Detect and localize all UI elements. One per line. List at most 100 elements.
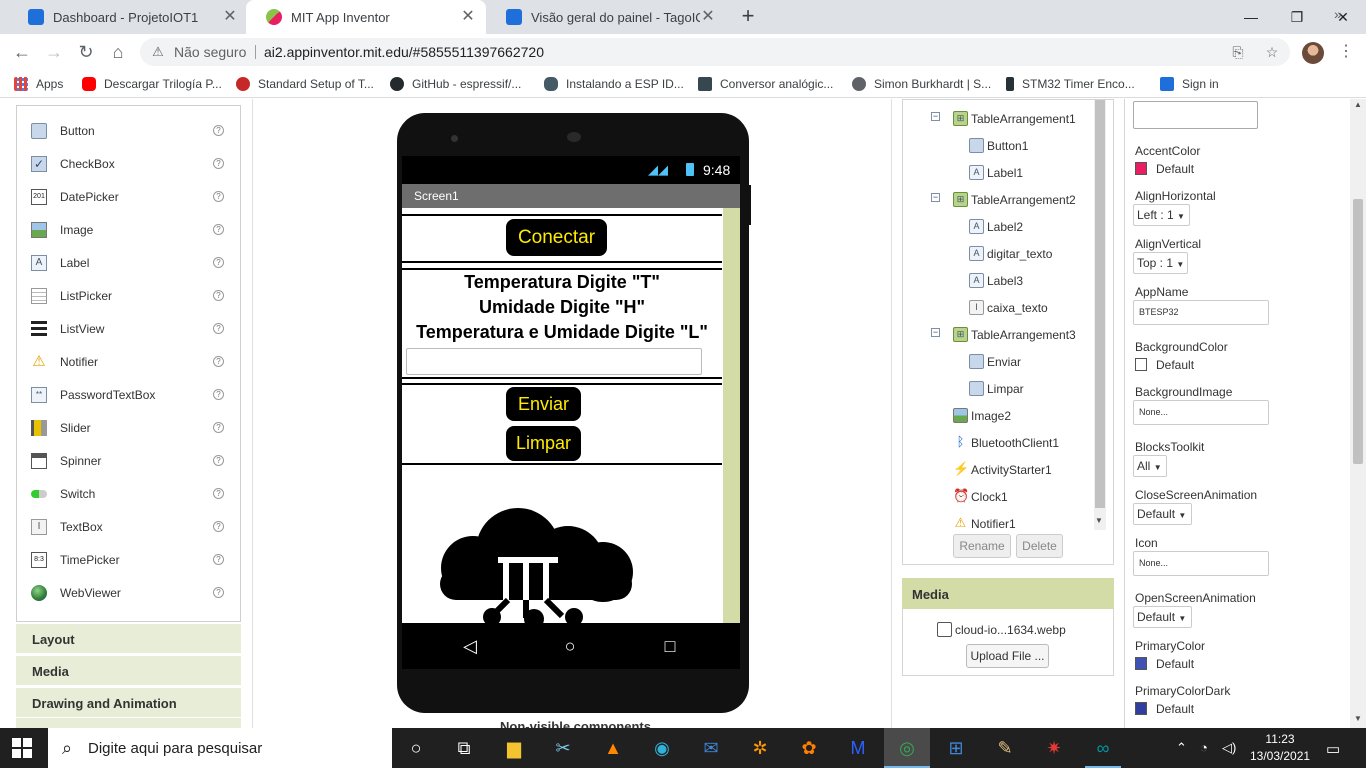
paint-icon[interactable]: ✎	[991, 734, 1019, 762]
taskbar-search-placeholder[interactable]: Digite aqui para pesquisar	[88, 740, 262, 757]
text-input-box[interactable]	[406, 348, 702, 375]
security-label[interactable]: Não seguro	[174, 44, 246, 60]
settings-app-icon[interactable]: ✲	[746, 734, 774, 762]
tree-item-button1[interactable]: Button1	[969, 138, 1028, 153]
reload-icon[interactable]: ↻	[74, 40, 98, 64]
tree-item-clock1[interactable]: ⏰ Clock1	[953, 489, 1008, 504]
clear-button[interactable]: Limpar	[506, 426, 581, 461]
prop-value[interactable]: Default	[1156, 162, 1194, 176]
scroll-up-icon[interactable]: ▲	[1354, 100, 1362, 109]
tree-item-tablearrangement2[interactable]: ⊞ TableArrangement2	[953, 192, 1076, 207]
snipping-tool-icon[interactable]: ✂	[549, 734, 577, 762]
back-icon[interactable]: ←	[10, 40, 34, 64]
upload-file-button[interactable]: Upload File ...	[966, 644, 1049, 668]
help-icon[interactable]: ?	[213, 488, 224, 499]
align-horizontal-select[interactable]: Left : 1 ▼	[1133, 204, 1190, 226]
palette-category-media[interactable]: Media	[16, 655, 241, 685]
close-screen-animation-select[interactable]: Default ▼	[1133, 503, 1192, 525]
palette-item-label[interactable]: A Label ?	[17, 246, 240, 279]
scroll-down-icon[interactable]: ▼	[1354, 714, 1362, 723]
chrome-icon[interactable]: ◎	[884, 728, 930, 768]
home-icon[interactable]: ⌂	[106, 40, 130, 64]
media-file[interactable]: cloud-io...1634.webp	[937, 622, 1066, 637]
scroll-down-icon[interactable]: ▼	[1095, 516, 1103, 525]
arduino-icon[interactable]: ∞	[1089, 734, 1117, 762]
tab-mit-app-inventor[interactable]: MIT App Inventor ✕	[246, 0, 486, 34]
palette-item-listpicker[interactable]: ListPicker ?	[17, 279, 240, 312]
minimize-button[interactable]: —	[1228, 0, 1274, 34]
tray-chevron-icon[interactable]: ⌃	[1176, 740, 1187, 756]
close-window-button[interactable]: ✕	[1320, 0, 1366, 34]
tree-item-enviar[interactable]: Enviar	[969, 354, 1021, 369]
palette-item-slider[interactable]: Slider ?	[17, 411, 240, 444]
palette-item-timepicker[interactable]: 8:3 TimePicker ?	[17, 543, 240, 576]
star-icon[interactable]: ☆	[1264, 44, 1280, 60]
help-icon[interactable]: ?	[213, 422, 224, 433]
collapse-toggle-icon[interactable]: −	[931, 328, 940, 337]
bookmark-item[interactable]: Instalando a ESP ID...	[544, 76, 684, 92]
prop-value[interactable]: Default	[1156, 358, 1194, 372]
restore-button[interactable]: ❐	[1274, 0, 1320, 34]
rename-button[interactable]: Rename	[953, 534, 1011, 558]
help-icon[interactable]: ?	[213, 257, 224, 268]
palette-item-spinner[interactable]: Spinner ?	[17, 444, 240, 477]
bookmarks-more-icon[interactable]: »	[1334, 6, 1342, 22]
tab-tagoio[interactable]: Visão geral do painel - TagoIO ✕	[486, 0, 726, 34]
tree-item-notifier1[interactable]: ⚠ Notifier1	[953, 516, 1016, 531]
bookmark-item[interactable]: Sign in	[1160, 76, 1219, 92]
palette-item-button[interactable]: Button ?	[17, 114, 240, 147]
delete-button[interactable]: Delete	[1016, 534, 1063, 558]
orange-app-icon[interactable]: ✿	[795, 734, 823, 762]
prop-value[interactable]: Default	[1156, 657, 1194, 671]
palette-item-listview[interactable]: ListView ?	[17, 312, 240, 345]
title-textarea[interactable]	[1133, 101, 1258, 129]
collapse-toggle-icon[interactable]: −	[931, 112, 940, 121]
close-tab-icon[interactable]: ✕	[700, 9, 716, 25]
file-explorer-icon[interactable]: ▆	[500, 734, 528, 762]
tree-item-activitystarter1[interactable]: ⚡ ActivityStarter1	[953, 462, 1052, 477]
spider-icon[interactable]: ✷	[1040, 734, 1068, 762]
accent-color-swatch[interactable]	[1135, 162, 1147, 175]
icon-input[interactable]: None...	[1133, 551, 1269, 576]
tree-item-label1[interactable]: A Label1	[969, 165, 1023, 180]
tree-item-limpar[interactable]: Limpar	[969, 381, 1024, 396]
primary-color-swatch[interactable]	[1135, 657, 1147, 670]
forward-icon[interactable]: →	[42, 40, 66, 64]
new-tab-button[interactable]: +	[736, 5, 760, 29]
help-icon[interactable]: ?	[213, 224, 224, 235]
address-bar[interactable]: ⚠ Não seguro ai2.appinventor.mit.edu/#58…	[140, 38, 1290, 66]
tree-item-label2[interactable]: A Label2	[969, 219, 1023, 234]
menu-icon[interactable]: ⋮	[1336, 42, 1356, 62]
send-button[interactable]: Enviar	[506, 387, 581, 421]
volume-icon[interactable]: ◁)	[1222, 740, 1236, 756]
palette-item-datepicker[interactable]: 201 DatePicker ?	[17, 180, 240, 213]
background-color-swatch[interactable]	[1135, 358, 1147, 371]
palette-item-passwordtextbox[interactable]: ** PasswordTextBox ?	[17, 378, 240, 411]
help-icon[interactable]: ?	[213, 323, 224, 334]
help-icon[interactable]: ?	[213, 125, 224, 136]
close-tab-icon[interactable]: ✕	[460, 9, 476, 25]
taskbar-clock[interactable]: 11:23 13/03/2021	[1250, 731, 1310, 765]
profile-avatar[interactable]	[1302, 42, 1324, 64]
scrollbar-thumb[interactable]	[1095, 100, 1105, 508]
help-icon[interactable]: ?	[213, 356, 224, 367]
help-icon[interactable]: ?	[213, 191, 224, 202]
page-scrollbar[interactable]	[1350, 99, 1366, 728]
primary-color-dark-swatch[interactable]	[1135, 702, 1147, 715]
network-app-icon[interactable]: ⊞	[942, 734, 970, 762]
tab-dashboard[interactable]: Dashboard - ProjetoIOT1 ✕	[8, 0, 248, 34]
palette-item-webviewer[interactable]: WebViewer ?	[17, 576, 240, 609]
blocks-toolkit-select[interactable]: All ▼	[1133, 455, 1167, 477]
palette-category-drawing-animation[interactable]: Drawing and Animation	[16, 687, 241, 717]
bookmark-item[interactable]: Descargar Trilogía P...	[82, 76, 222, 92]
palette-item-switch[interactable]: Switch ?	[17, 477, 240, 510]
tree-item-digitar-texto[interactable]: A digitar_texto	[969, 246, 1052, 261]
help-icon[interactable]: ?	[213, 290, 224, 301]
help-icon[interactable]: ?	[213, 554, 224, 565]
windows-start-icon[interactable]	[12, 738, 32, 758]
prop-value[interactable]: Default	[1156, 702, 1194, 716]
warning-icon[interactable]: ⚠	[149, 43, 167, 61]
align-vertical-select[interactable]: Top : 1 ▼	[1133, 252, 1188, 274]
tree-item-caixa-texto[interactable]: I caixa_texto	[969, 300, 1048, 315]
bookmark-item[interactable]: STM32 Timer Enco...	[1006, 76, 1135, 92]
